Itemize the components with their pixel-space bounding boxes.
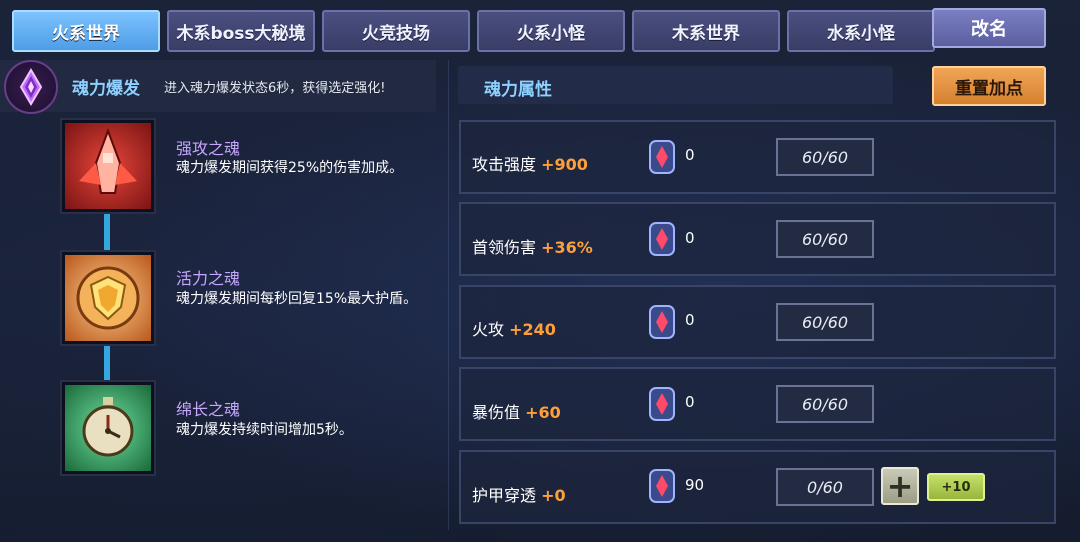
attribute-label: 首领伤害 +36%: [472, 234, 593, 258]
attribute-label: 暴伤值 +60: [472, 399, 561, 423]
skill-connector: [104, 214, 110, 252]
burst-description: 进入魂力爆发状态6秒，获得选定强化!: [164, 81, 386, 96]
attribute-name: 攻击强度: [472, 155, 537, 174]
attribute-cap: 60/60: [776, 385, 874, 423]
tab-fire-world[interactable]: 火系世界: [12, 10, 160, 52]
attribute-name: 护甲穿透: [472, 486, 537, 505]
red-rocket-icon[interactable]: [62, 120, 154, 212]
tab-fire-mobs[interactable]: 火系小怪: [477, 10, 625, 52]
attribute-bonus: +0: [541, 486, 566, 505]
soul-gem-icon: [649, 222, 675, 256]
skill-description: 魂力爆发期间每秒回复15%最大护盾。: [176, 291, 418, 307]
attribute-label: 火攻 +240: [472, 316, 556, 340]
rename-button[interactable]: 改名: [932, 8, 1046, 48]
tab-bar: 火系世界 木系boss大秘境 火竞技场 火系小怪 木系世界 水系小怪: [12, 10, 935, 52]
attribute-bonus: +60: [525, 403, 561, 422]
burst-title: 魂力爆发: [72, 79, 140, 99]
add-point-button[interactable]: +: [881, 467, 919, 505]
green-clock-icon[interactable]: [62, 382, 154, 474]
attribute-cap: 60/60: [776, 303, 874, 341]
tab-wood-boss-dungeon[interactable]: 木系boss大秘境: [167, 10, 315, 52]
soul-gem-icon: [649, 387, 675, 421]
skill-name: 活力之魂: [176, 269, 241, 288]
tab-wood-world[interactable]: 木系世界: [632, 10, 780, 52]
reset-points-button[interactable]: 重置加点: [932, 66, 1046, 106]
skill-description: 魂力爆发期间获得25%的伤害加成。: [176, 160, 404, 176]
attribute-label: 护甲穿透 +0: [472, 482, 566, 506]
skill-name: 强攻之魂: [176, 139, 241, 158]
attribute-name: 暴伤值: [472, 403, 521, 422]
attribute-name: 火攻: [472, 320, 505, 339]
attribute-bonus: +240: [509, 320, 556, 339]
attribute-bonus: +900: [541, 155, 588, 174]
attributes-title: 魂力属性: [484, 80, 552, 100]
soul-gem-icon: [649, 140, 675, 174]
soul-count: 0: [685, 311, 695, 329]
tab-water-mobs[interactable]: 水系小怪: [787, 10, 935, 52]
gold-shield-icon[interactable]: [62, 252, 154, 344]
attribute-name: 首领伤害: [472, 238, 537, 257]
skill-description: 魂力爆发持续时间增加5秒。: [176, 422, 353, 438]
soul-count: 90: [685, 476, 705, 494]
attribute-cap: 0/60: [776, 468, 874, 506]
soul-count: 0: [685, 229, 695, 247]
soul-gem-icon: [649, 305, 675, 339]
panel-divider: [448, 60, 449, 530]
attribute-cap: 60/60: [776, 220, 874, 258]
attribute-cap: 60/60: [776, 138, 874, 176]
add-ten-points-button[interactable]: +10: [927, 473, 985, 501]
attribute-bonus: +36%: [541, 238, 593, 257]
tab-fire-arena[interactable]: 火竞技场: [322, 10, 470, 52]
soul-gem-icon: [649, 469, 675, 503]
soul-count: 0: [685, 393, 695, 411]
soul-crystal-icon: [4, 60, 58, 114]
soul-count: 0: [685, 146, 695, 164]
skill-connector: [104, 346, 110, 382]
attribute-label: 攻击强度 +900: [472, 151, 588, 175]
skill-name: 绵长之魂: [176, 400, 241, 419]
